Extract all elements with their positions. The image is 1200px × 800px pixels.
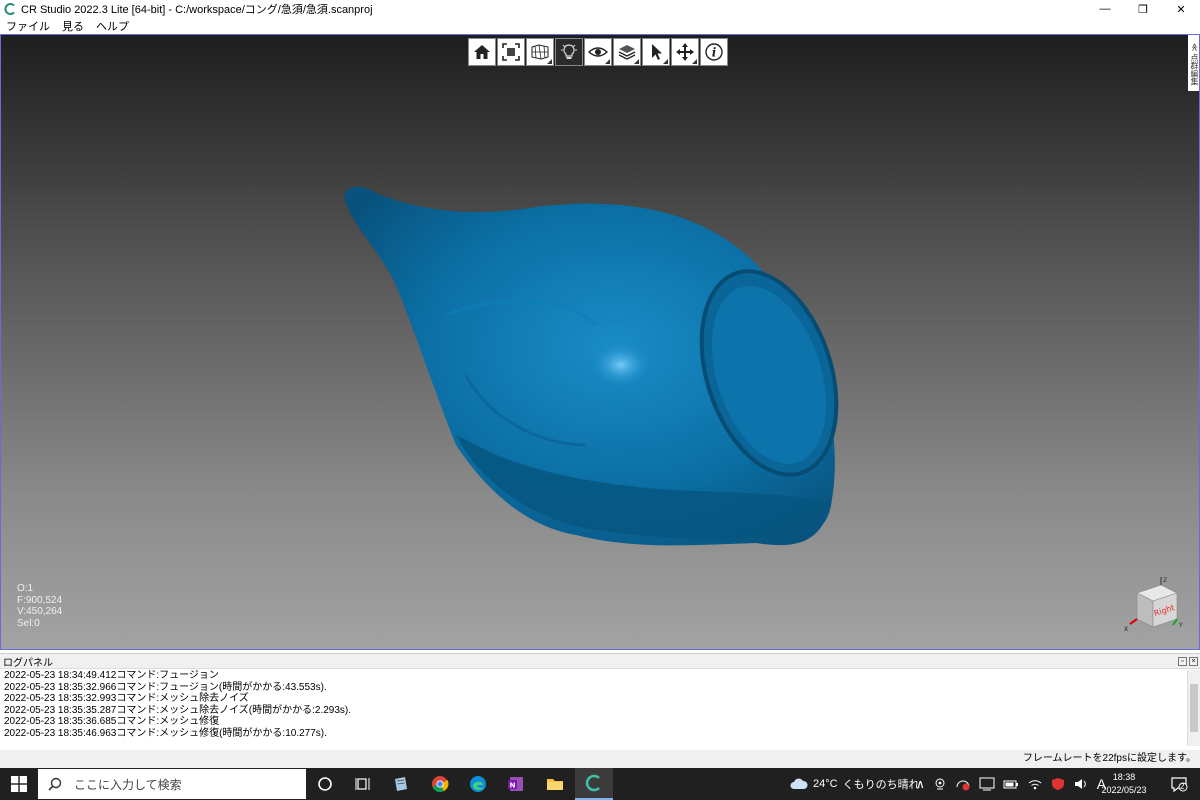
search-placeholder: ここに入力して検索	[74, 777, 182, 792]
log-line: 2022-05-23 18:34:49.412コマンド:フュージョン	[4, 670, 219, 681]
cortana-button[interactable]	[306, 768, 344, 800]
taskbar-clock[interactable]: 18:38 2022/05/23	[1094, 771, 1154, 797]
notification-icon	[1171, 777, 1188, 793]
taskbar-app-notes[interactable]	[382, 768, 420, 800]
onenote-icon: N	[508, 777, 523, 791]
edge-icon	[470, 776, 486, 792]
point-cloud-edit-tab[interactable]: ≪ 点群編集	[1188, 35, 1199, 91]
notes-app-icon	[395, 777, 407, 791]
search-icon	[48, 777, 62, 791]
taskbar-app-chrome[interactable]	[421, 768, 459, 800]
svg-text:N: N	[510, 782, 516, 790]
close-panel-button[interactable]: ×	[1189, 656, 1198, 666]
cloud-icon	[790, 778, 808, 789]
z-axis-label: Z	[1163, 577, 1167, 584]
log-panel-header: ログパネル ▫ ×	[0, 654, 1200, 669]
webcam-icon[interactable]	[933, 777, 947, 791]
minimize-button[interactable]: —	[1086, 0, 1124, 18]
chrome-icon	[432, 776, 449, 793]
folder-icon	[547, 779, 563, 790]
system-tray: ∧ A	[916, 768, 1106, 800]
taskbar-app-explorer[interactable]	[536, 768, 574, 800]
light-button[interactable]	[555, 38, 583, 66]
menu-bar: ファイル 見る ヘルプ	[0, 18, 1200, 34]
selection-count: Sel:0	[17, 617, 40, 629]
log-line: 2022-05-23 18:35:32.966コマンド:フュージョン(時間がかか…	[4, 681, 327, 693]
log-scrollbar[interactable]	[1187, 670, 1200, 746]
task-view-button[interactable]	[344, 768, 382, 800]
info-button[interactable]: i	[700, 38, 728, 66]
fit-view-icon	[502, 43, 520, 61]
volume-icon[interactable]	[1073, 777, 1089, 791]
taskbar: ここに入力して検索 N 24°C くもりのち晴れ ∧ A 18:38 2022/…	[0, 768, 1200, 800]
clock-time: 18:38	[1112, 772, 1136, 782]
layers-button[interactable]	[613, 38, 641, 66]
menu-file[interactable]: ファイル	[0, 18, 56, 34]
log-line: 2022-05-23 18:35:46.963コマンド:メッシュ修復(時間がかか…	[4, 727, 327, 739]
float-panel-button[interactable]: ▫	[1178, 656, 1187, 666]
crstudio-app-icon	[585, 774, 600, 792]
status-bar: フレームレートを22fpsに設定します。	[0, 750, 1200, 768]
home-icon	[474, 45, 490, 59]
maximize-button[interactable]: ❐	[1124, 0, 1162, 18]
windows-logo-icon	[11, 776, 27, 792]
taskbar-app-edge[interactable]	[459, 768, 497, 800]
home-view-button[interactable]	[468, 38, 496, 66]
vertex-count: V:450,264	[17, 606, 63, 617]
select-button[interactable]	[642, 38, 670, 66]
log-panel-title: ログパネル	[3, 657, 53, 669]
face-count: F:900,524	[17, 594, 63, 606]
start-button[interactable]	[0, 768, 38, 800]
notification-count: 2	[1180, 782, 1185, 791]
render-mode-button[interactable]	[526, 38, 554, 66]
mesh-stats: O:1 F:900,524 V:450,264 Sel:0	[17, 583, 62, 629]
task-view-icon	[355, 778, 370, 790]
svg-text:i: i	[712, 46, 717, 60]
security-shield-icon[interactable]	[1051, 777, 1065, 791]
notification-center-button[interactable]: 2	[1164, 768, 1194, 800]
fit-view-button[interactable]	[497, 38, 525, 66]
chevron-up-icon[interactable]: ∧	[916, 777, 925, 791]
log-line: 2022-05-23 18:35:32.993コマンド:メッシュ除去ノイズ	[4, 693, 249, 705]
title-bar: CR Studio 2022.3 Lite [64-bit] - C:/work…	[0, 0, 1200, 18]
taskbar-app-onenote[interactable]: N	[497, 768, 535, 800]
weather-forecast: くもりのち晴れ	[842, 779, 920, 791]
network-alert-icon[interactable]	[955, 777, 971, 791]
log-line: 2022-05-23 18:35:36.685コマンド:メッシュ修復	[4, 716, 220, 728]
weather-widget[interactable]: 24°C くもりのち晴れ	[790, 768, 920, 800]
move-button[interactable]	[671, 38, 699, 66]
clock-date: 2022/05/23	[1101, 785, 1147, 795]
scanned-mesh[interactable]	[336, 145, 856, 555]
menu-help[interactable]: ヘルプ	[90, 18, 135, 34]
x-axis-label: X	[1124, 626, 1128, 633]
app-logo-icon	[2, 1, 18, 17]
display-icon[interactable]	[979, 777, 995, 791]
log-panel: ログパネル ▫ × 2022-05-23 18:34:49.412コマンド:フュ…	[0, 653, 1200, 749]
view-toolbar: i	[468, 38, 728, 66]
orientation-cube[interactable]: Right Z X Y	[1121, 575, 1187, 635]
log-line: 2022-05-23 18:35:35.287コマンド:メッシュ除去ノイズ(時間…	[4, 704, 352, 716]
3d-viewport[interactable]: i ≪ 点群編集 O:1 F:900,524 V:450,264 Sel:0 R…	[0, 34, 1200, 650]
battery-icon[interactable]	[1003, 777, 1019, 791]
y-axis-label: Y	[1178, 622, 1183, 629]
weather-temperature: 24°C	[813, 778, 838, 790]
info-icon: i	[705, 43, 723, 61]
taskbar-search[interactable]: ここに入力して検索	[38, 769, 306, 799]
window-title: CR Studio 2022.3 Lite [64-bit] - C:/work…	[21, 4, 373, 16]
visibility-button[interactable]	[584, 38, 612, 66]
wifi-icon[interactable]	[1027, 777, 1043, 791]
menu-view[interactable]: 見る	[56, 18, 90, 34]
cortana-icon	[318, 777, 332, 791]
log-list[interactable]: 2022-05-23 18:34:49.412コマンド:フュージョン 2022-…	[0, 670, 1187, 746]
light-icon	[561, 44, 577, 59]
object-count: O:1	[17, 583, 34, 594]
close-button[interactable]: ✕	[1162, 0, 1200, 18]
taskbar-app-crstudio[interactable]	[575, 768, 613, 800]
